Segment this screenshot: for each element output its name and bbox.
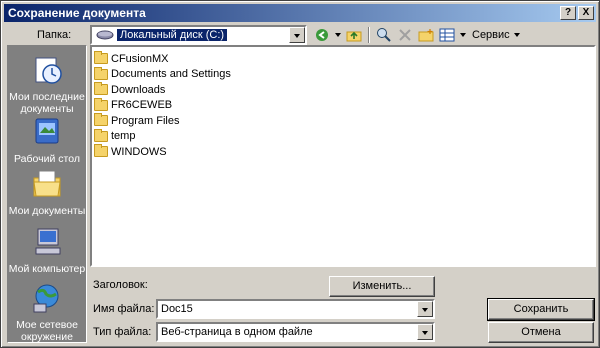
filetype-select[interactable]: Веб-страница в одном файле <box>156 322 435 342</box>
local-disk-icon <box>96 30 114 40</box>
list-item[interactable]: temp <box>94 128 594 145</box>
place-desktop-label: Рабочий стол <box>14 153 80 165</box>
folder-icon <box>94 113 108 127</box>
save-button[interactable]: Сохранить <box>487 298 595 321</box>
change-title-button[interactable]: Изменить... <box>329 276 435 297</box>
toolbar-separator <box>368 27 370 43</box>
place-my-documents[interactable]: Мои документы <box>8 168 86 217</box>
recent-documents-icon <box>35 57 62 84</box>
place-desktop[interactable]: Рабочий стол <box>8 116 86 165</box>
folder-icon <box>94 82 108 96</box>
lookin-dropdown-arrow[interactable] <box>289 27 305 43</box>
filename-field[interactable]: Doc15 <box>156 299 435 319</box>
lookin-label: Папка: <box>37 29 72 41</box>
back-icon[interactable] <box>313 26 331 44</box>
folder-icon <box>94 51 108 65</box>
place-recent-label: Мои последние документы <box>9 91 85 115</box>
list-item[interactable]: Program Files <box>94 113 594 129</box>
views-icon[interactable] <box>438 26 456 44</box>
file-list[interactable]: CFusionMX Documents and Settings Downloa… <box>90 45 596 267</box>
cancel-button[interactable]: Отмена <box>488 322 594 343</box>
my-computer-icon <box>35 228 61 255</box>
filename-dropdown-arrow[interactable] <box>417 301 433 317</box>
place-my-documents-label: Мои документы <box>8 205 86 217</box>
title-bar[interactable]: Сохранение документа ? X <box>4 4 596 22</box>
desktop-icon <box>35 118 59 144</box>
views-dropdown-icon[interactable] <box>459 26 467 44</box>
folder-icon <box>94 144 108 158</box>
back-dropdown-icon[interactable] <box>334 26 342 44</box>
up-folder-icon[interactable] <box>345 26 363 44</box>
window-title: Сохранение документа <box>8 6 146 20</box>
network-places-icon <box>33 284 59 313</box>
close-button[interactable]: X <box>578 6 594 20</box>
places-bar: Мои последние документы Рабочий стол Мои… <box>7 45 87 343</box>
new-folder-icon[interactable] <box>417 26 435 44</box>
place-network[interactable]: Мое сетевое окружение <box>8 282 86 343</box>
filetype-label: Тип файла: <box>93 326 152 338</box>
title-label: Заголовок: <box>93 279 148 291</box>
list-item[interactable]: Documents and Settings <box>94 66 594 83</box>
lookin-value: Локальный диск (C:) <box>115 28 229 42</box>
delete-icon[interactable] <box>396 26 414 44</box>
list-item[interactable]: WINDOWS <box>94 144 594 160</box>
lookin-combo[interactable]: Локальный диск (C:) <box>90 25 307 45</box>
list-item[interactable]: CFusionMX <box>94 51 594 67</box>
save-dialog: Сохранение документа ? X Папка: Локальны… <box>0 0 600 348</box>
place-network-label: Мое сетевое окружение <box>16 319 78 343</box>
help-button[interactable]: ? <box>560 6 576 20</box>
filename-label: Имя файла: <box>93 303 155 315</box>
tools-menu[interactable]: Сервис <box>472 29 510 41</box>
list-item[interactable]: FR6CEWEB <box>94 97 594 114</box>
place-my-computer-label: Мой компьютер <box>8 263 86 275</box>
dialog-toolbar: Сервис <box>313 25 521 45</box>
tools-dropdown-icon[interactable] <box>513 26 521 44</box>
place-recent-documents[interactable]: Мои последние документы <box>8 54 86 115</box>
filetype-value: Веб-страница в одном файле <box>161 326 313 338</box>
search-web-icon[interactable] <box>375 26 393 44</box>
filetype-dropdown-arrow[interactable] <box>417 324 433 340</box>
folder-icon <box>94 97 108 111</box>
list-item[interactable]: Downloads <box>94 82 594 98</box>
my-documents-icon <box>33 170 61 197</box>
folder-icon <box>94 66 108 80</box>
place-my-computer[interactable]: Мой компьютер <box>8 226 86 275</box>
folder-icon <box>94 128 108 142</box>
filename-value: Doc15 <box>161 303 193 315</box>
